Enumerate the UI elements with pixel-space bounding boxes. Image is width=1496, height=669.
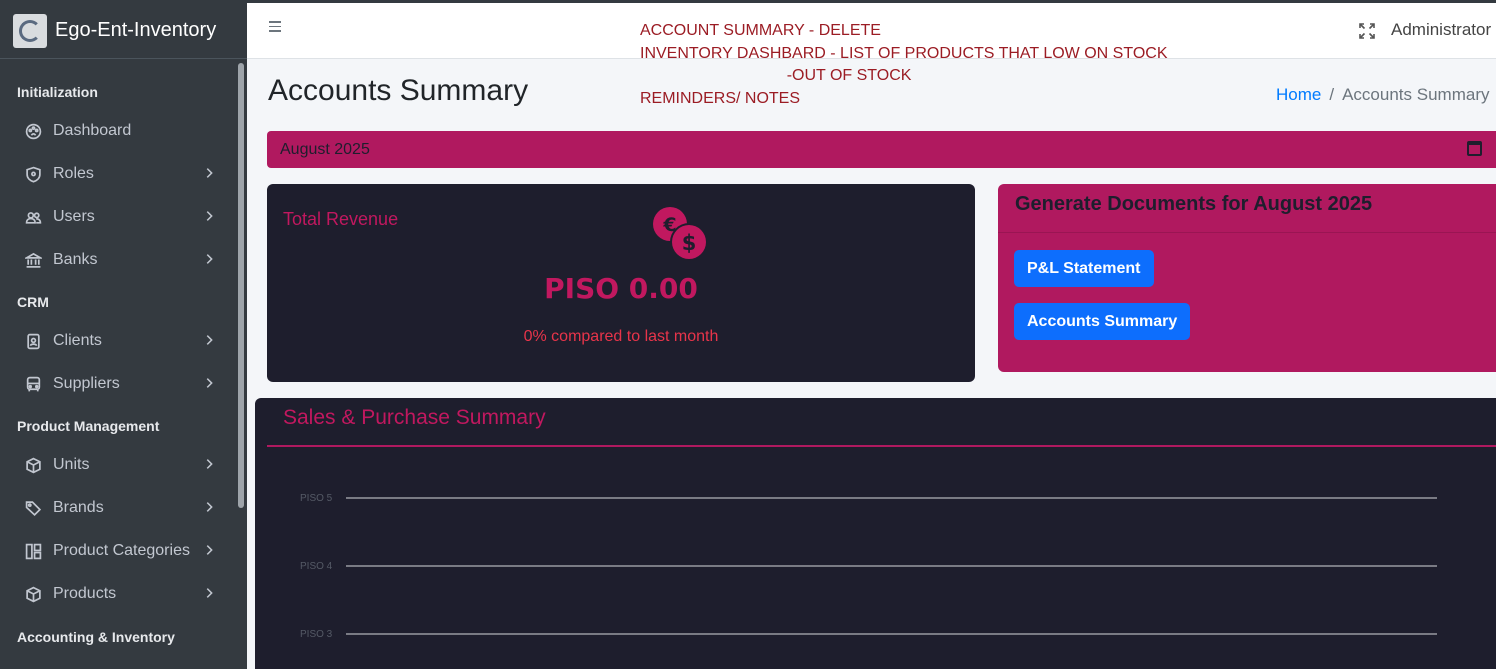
brand[interactable]: Ego-Ent-Inventory (0, 3, 247, 59)
user-menu[interactable]: Administrator (1391, 20, 1491, 40)
sidebar-item-label: Units (53, 456, 90, 473)
menu-toggle-icon[interactable] (269, 21, 281, 33)
chevron-right-icon (202, 543, 218, 559)
sidebar-item-roles[interactable]: Roles (0, 154, 236, 194)
generate-documents-title: Generate Documents for August 2025 (1015, 193, 1373, 215)
month-picker[interactable]: August 2025 (267, 131, 1496, 168)
y-tick-label: PISO 4 (300, 561, 333, 572)
currency-coins-icon: € $ (652, 204, 712, 264)
sidebar-item-label: Banks (53, 251, 98, 268)
accounts-summary-button[interactable]: Accounts Summary (1014, 303, 1191, 340)
total-revenue-card: Total Revenue € $ PISO 0.00 0% compared … (267, 184, 975, 382)
generate-documents-card: Generate Documents for August 2025 P&L S… (998, 184, 1496, 372)
nav-header-accounting-inventory: Accounting & Inventory (17, 629, 175, 645)
sidebar-item-brands[interactable]: Brands (0, 488, 236, 528)
nav-header-product-management: Product Management (17, 418, 160, 434)
nav-header-initialization: Initialization (17, 84, 98, 100)
tags-icon (24, 499, 42, 517)
breadcrumb-home-link[interactable]: Home (1276, 85, 1321, 104)
sidebar-item-banks[interactable]: Banks (0, 240, 236, 280)
nav-header-crm: CRM (17, 294, 49, 310)
sidebar-item-label: Products (53, 585, 117, 602)
sidebar-item-label: Brands (53, 499, 104, 516)
sales-purchase-summary-card: Sales & Purchase Summary PISO 5 PISO 4 PIS… (255, 398, 1496, 669)
sidebar-item-dashboard[interactable]: Dashboard (0, 111, 236, 151)
revenue-value: PISO 0.00 (544, 272, 698, 305)
sidebar-item-products[interactable]: Products (0, 574, 236, 614)
chevron-right-icon (202, 586, 218, 602)
layout-icon (24, 542, 42, 560)
chevron-right-icon (202, 166, 218, 182)
card-divider (998, 232, 1496, 233)
sales-purchase-chart: PISO 5 PISO 4 PISO 3 (300, 493, 1437, 640)
fullscreen-icon[interactable] (1358, 22, 1376, 40)
pl-statement-button[interactable]: P&L Statement (1014, 250, 1154, 287)
calendar-icon[interactable] (1467, 141, 1482, 156)
page-title: Accounts Summary (268, 74, 529, 107)
chevron-right-icon (202, 209, 218, 225)
sidebar-item-label: Suppliers (53, 375, 120, 392)
chevron-right-icon (202, 333, 218, 349)
badge-icon (24, 332, 42, 350)
sidebar-item-label: Clients (53, 332, 102, 349)
brand-name: Ego-Ent-Inventory (55, 19, 217, 41)
chevron-right-icon (202, 252, 218, 268)
bus-icon (24, 375, 42, 393)
month-value: August 2025 (280, 140, 370, 158)
sidebar: Ego-Ent-Inventory Initialization Dashboa… (0, 3, 247, 669)
sidebar-item-label: Roles (53, 165, 94, 182)
top-navbar: ACCOUNT SUMMARY - DELETE INVENTORY DASHB… (247, 3, 1496, 107)
bank-icon (24, 251, 42, 269)
brand-logo (13, 13, 47, 48)
sidebar-item-units[interactable]: Units (0, 445, 236, 485)
revenue-comparison: 0% compared to last month (523, 328, 719, 345)
sidebar-item-label: Dashboard (53, 122, 132, 139)
sidebar-item-users[interactable]: Users (0, 197, 236, 237)
sidebar-item-suppliers[interactable]: Suppliers (0, 364, 236, 404)
sidebar-item-label: Product Categories (53, 542, 190, 559)
sidebar-item-clients[interactable]: Clients (0, 321, 236, 361)
chevron-right-icon (202, 376, 218, 392)
svg-text:$: $ (682, 231, 697, 255)
y-tick-label: PISO 5 (300, 493, 333, 504)
users-icon (24, 208, 42, 226)
box-icon (24, 456, 42, 474)
sidebar-scrollbar[interactable] (238, 63, 244, 508)
developer-notes: ACCOUNT SUMMARY - DELETE INVENTORY DASHB… (640, 22, 1168, 107)
revenue-label: Total Revenue (283, 209, 399, 229)
palette-icon (24, 122, 42, 140)
chevron-right-icon (202, 500, 218, 516)
box-icon (24, 585, 42, 603)
breadcrumb: Home / Accounts Summary (1276, 85, 1489, 105)
chevron-right-icon (202, 457, 218, 473)
breadcrumb-separator: / (1329, 85, 1335, 104)
shield-icon (24, 165, 42, 183)
y-tick-label: PISO 3 (300, 629, 333, 640)
breadcrumb-current: Accounts Summary (1342, 85, 1490, 104)
sidebar-item-product-categories[interactable]: Product Categories (0, 531, 236, 571)
sidebar-item-label: Users (53, 208, 95, 225)
